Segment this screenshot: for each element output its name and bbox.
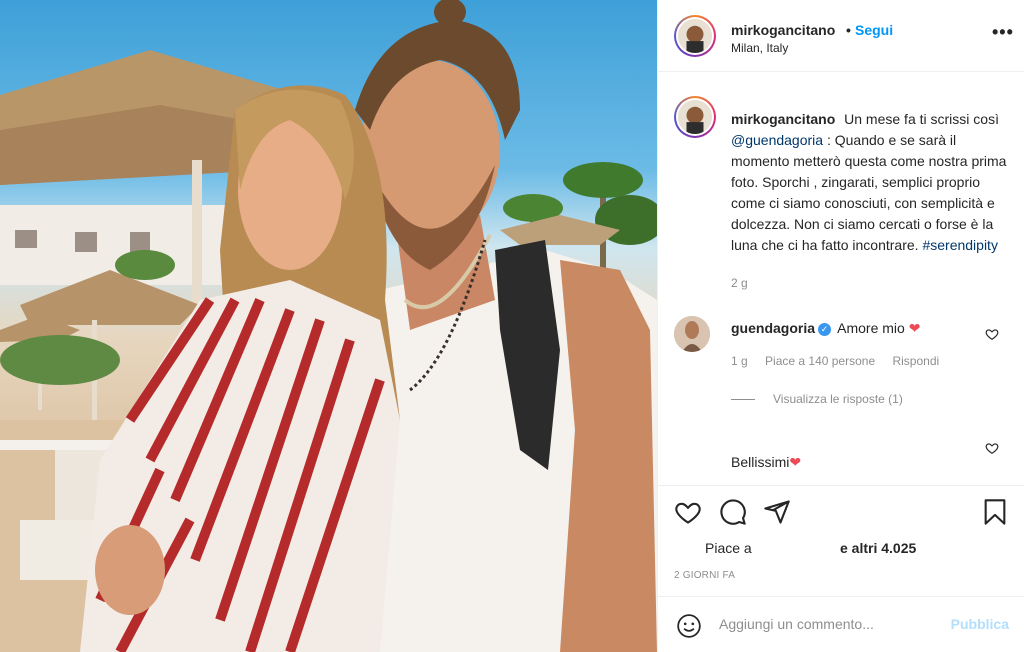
author-username-link[interactable]: mirkogancitano — [731, 22, 835, 38]
comment-1-like-heart-icon[interactable] — [985, 327, 999, 341]
caption-username-link[interactable]: mirkogancitano — [731, 111, 835, 127]
likes-count-link[interactable]: e altri 4.025 — [840, 540, 916, 556]
caption-text-end: : Quando e se sarà il momento metterò qu… — [731, 132, 1007, 253]
comment-2-like-heart-icon[interactable] — [985, 441, 999, 455]
caption-mention-link[interactable]: @guendagoria — [731, 132, 823, 148]
comment-1-meta: 1 g Piace a 140 persone Rispondi — [731, 354, 953, 368]
replies-divider-line — [731, 399, 755, 401]
bookmark-icon[interactable] — [981, 498, 1009, 526]
verified-badge-icon: ✓ — [818, 323, 832, 336]
commenter-avatar[interactable] — [674, 316, 710, 352]
comment-2: Bellissimi❤ — [731, 454, 801, 471]
emoji-smile-icon[interactable] — [676, 613, 702, 639]
post-date[interactable]: 2 GIORNI FA — [674, 570, 735, 581]
comment-1-text: Amore mio — [837, 320, 905, 336]
caption-text-start: Un mese fa ti scrissi così — [844, 111, 999, 127]
add-comment-bar: Pubblica — [658, 596, 1024, 652]
red-heart-emoji-icon: ❤ — [908, 320, 921, 336]
location-link[interactable]: Milan, Italy — [731, 41, 788, 55]
caption-author-avatar[interactable] — [674, 96, 716, 138]
comment-icon[interactable] — [719, 498, 747, 526]
caption-timestamp[interactable]: 2 g — [731, 276, 748, 290]
heart-outline-icon[interactable] — [674, 498, 702, 526]
comment-1-username-link[interactable]: guendagoria — [731, 320, 815, 336]
separator-dot: • — [846, 22, 851, 38]
caption-hashtag-link[interactable]: #serendipity — [922, 237, 998, 253]
comment-1-timestamp[interactable]: 1 g — [731, 354, 748, 368]
post-caption: mirkogancitano Un mese fa ti scrissi cos… — [731, 109, 1013, 256]
likes-prefix: Piace a — [705, 540, 752, 556]
follow-button[interactable]: Segui — [855, 22, 893, 38]
view-replies-label: Visualizza le risposte (1) — [773, 392, 903, 406]
author-avatar[interactable] — [674, 15, 716, 57]
comment-1: guendagoria ✓ Amore mio ❤ — [731, 320, 920, 337]
comment-2-text: Bellissimi — [731, 454, 790, 470]
paper-plane-icon[interactable] — [763, 498, 791, 526]
instagram-post: mirkogancitano • Segui Milan, Italy ••• … — [0, 0, 1024, 652]
couple-beach-photo — [0, 0, 657, 652]
view-replies-button[interactable]: Visualizza le risposte (1) — [731, 392, 903, 406]
post-header: mirkogancitano • Segui Milan, Italy ••• — [658, 0, 1024, 72]
post-actions-bar: Piace a e altri 4.025 — [658, 485, 1024, 575]
comment-1-reply-button[interactable]: Rispondi — [892, 354, 939, 368]
comment-1-likes-count[interactable]: Piace a 140 persone — [765, 354, 875, 368]
comment-input[interactable] — [719, 612, 939, 636]
more-options-icon[interactable]: ••• — [992, 22, 1014, 43]
red-heart-emoji-icon: ❤ — [789, 454, 802, 470]
publish-button[interactable]: Pubblica — [951, 616, 1009, 632]
post-photo[interactable] — [0, 0, 657, 652]
post-details-panel: mirkogancitano • Segui Milan, Italy ••• … — [657, 0, 1024, 652]
